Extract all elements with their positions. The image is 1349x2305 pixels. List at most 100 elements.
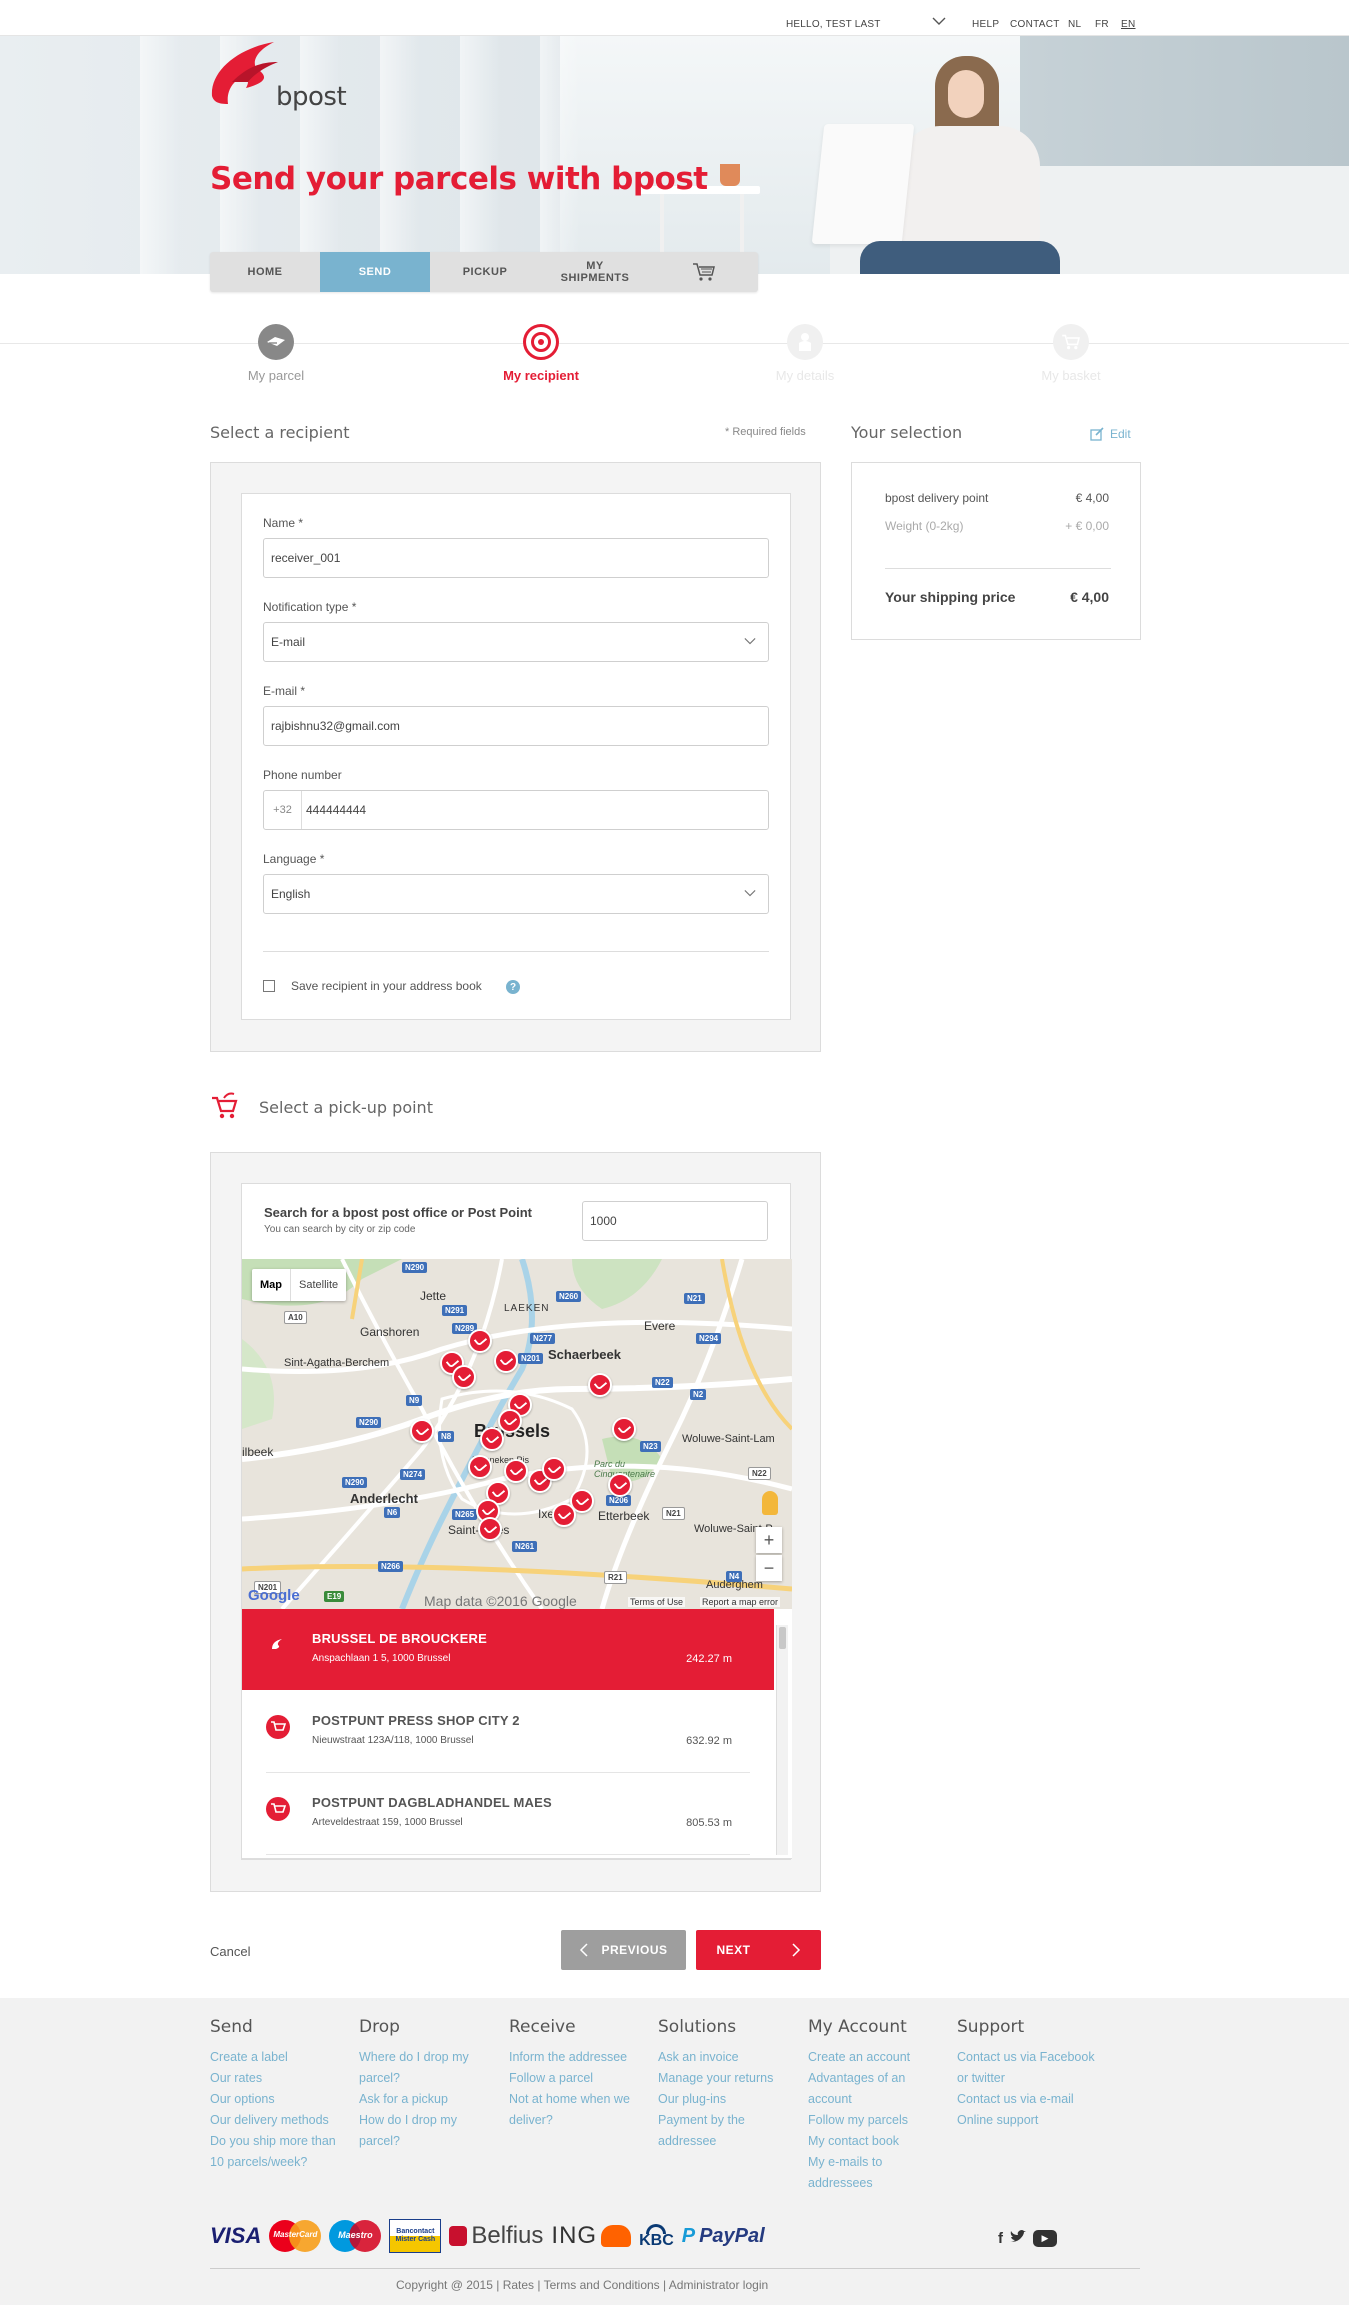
pickup-point-item[interactable]: POSTPUNT DAGBLADHANDEL MAES Arteveldestr… (242, 1773, 774, 1855)
footer-column-title: My Account (808, 2017, 907, 2037)
mastercard-logo: MasterCard (269, 2220, 322, 2252)
pickup-point-marker[interactable] (498, 1409, 522, 1433)
map-report-link[interactable]: Report a map error (700, 1597, 781, 1607)
pickup-point-marker[interactable] (552, 1503, 576, 1527)
map-terms-link[interactable]: Terms of Use (628, 1597, 686, 1607)
main-nav: HOME SEND PICKUP MY SHIPMENTS (210, 252, 758, 292)
notification-type-label: Notification type * (263, 600, 357, 614)
info-icon[interactable]: ? (506, 980, 520, 994)
pickup-point-marker[interactable] (612, 1417, 636, 1441)
footer-link[interactable]: Online support (957, 2110, 1097, 2131)
chevron-down-icon (744, 890, 756, 897)
cancel-link[interactable]: Cancel (210, 1944, 250, 1959)
name-input[interactable]: receiver_001 (263, 538, 769, 578)
nav-home[interactable]: HOME (210, 252, 320, 292)
email-label: E-mail * (263, 684, 306, 698)
previous-button[interactable]: PREVIOUS (561, 1930, 686, 1970)
lang-en-link[interactable]: EN (1121, 19, 1136, 30)
footer-link[interactable]: Manage your returns (658, 2068, 798, 2089)
nav-send[interactable]: SEND (320, 252, 430, 292)
pickup-point-marker[interactable] (504, 1459, 528, 1483)
lang-nl-link[interactable]: NL (1068, 19, 1081, 30)
footer-link[interactable]: Follow my parcels (808, 2110, 928, 2131)
footer-link[interactable]: Our delivery methods (210, 2110, 350, 2131)
pickup-point-item[interactable]: BRUSSEL DE BROUCKERE Anspachlaan 1 5, 10… (242, 1609, 774, 1691)
pickup-point-marker[interactable] (468, 1329, 492, 1353)
save-recipient-checkbox[interactable] (263, 980, 275, 992)
footer-column-title: Drop (359, 2017, 400, 2037)
facebook-icon[interactable]: f (998, 2230, 1003, 2248)
footer-link[interactable]: Follow a parcel (509, 2068, 649, 2089)
street-view-pegman[interactable] (762, 1491, 778, 1515)
footer-link[interactable]: Where do I drop my parcel? (359, 2047, 489, 2089)
pickup-point-item[interactable]: POSTPUNT PRESS SHOP CITY 2 Nieuwstraat 1… (242, 1691, 774, 1773)
zoom-in-button[interactable]: + (756, 1527, 782, 1553)
footer-link[interactable]: Create an account (808, 2047, 928, 2068)
pickup-point-marker[interactable] (410, 1419, 434, 1443)
google-logo[interactable]: Google (248, 1587, 300, 1604)
footer-link[interactable]: How do I drop my parcel? (359, 2110, 489, 2152)
selection-summary: bpost delivery point € 4,00 Weight (0-2k… (851, 462, 1141, 640)
edit-selection-link[interactable]: Edit (1090, 427, 1131, 441)
list-scrollbar[interactable] (776, 1625, 788, 1855)
phone-input[interactable]: +32 444444444 (263, 790, 769, 830)
parcel-icon (258, 324, 294, 360)
pickup-point-marker[interactable] (542, 1457, 566, 1481)
road-shield: N8 (438, 1431, 455, 1442)
footer-link[interactable]: Do you ship more than 10 parcels/week? (210, 2131, 350, 2173)
language-select[interactable]: English (263, 874, 769, 914)
pickup-point-marker[interactable] (478, 1517, 502, 1541)
twitter-icon[interactable] (1009, 2230, 1027, 2248)
footer-link[interactable]: Our options (210, 2089, 350, 2110)
name-value: receiver_001 (271, 551, 341, 565)
nav-pickup[interactable]: PICKUP (430, 252, 540, 292)
notification-type-select[interactable]: E-mail (263, 622, 769, 662)
user-greeting[interactable]: HELLO, TEST LAST (786, 19, 881, 30)
step-my-recipient[interactable]: My recipient (461, 324, 621, 383)
footer-link[interactable]: My e-mails to addressees (808, 2152, 928, 2194)
hero-person (900, 126, 1040, 246)
map-label: Ganshoren (360, 1325, 420, 1339)
chevron-right-icon (791, 1943, 800, 1957)
email-input[interactable]: rajbishnu32@gmail.com (263, 706, 769, 746)
pickup-point-name: POSTPUNT DAGBLADHANDEL MAES (312, 1795, 552, 1810)
contact-link[interactable]: CONTACT (1010, 19, 1060, 30)
footer-link[interactable]: Payment by the addressee (658, 2110, 798, 2152)
pickup-point-marker[interactable] (452, 1365, 476, 1389)
footer-link[interactable]: Our plug-ins (658, 2089, 798, 2110)
pickup-point-address: Arteveldestraat 159, 1000 Brussel (312, 1817, 463, 1828)
basket-icon[interactable] (650, 252, 758, 292)
footer-link[interactable]: Advantages of an account (808, 2068, 928, 2110)
map-label: Woluwe-Saint-Lam (682, 1433, 775, 1445)
pickup-map[interactable]: Map Satellite N290 N291 N260 N21 A10 N28… (242, 1259, 792, 1609)
pickup-point-marker[interactable] (480, 1427, 504, 1451)
satellite-tab[interactable]: Satellite (290, 1269, 346, 1301)
step-my-parcel[interactable]: My parcel (196, 324, 356, 383)
footer-link[interactable]: Contact us via e-mail (957, 2089, 1097, 2110)
pickup-point-marker[interactable] (468, 1455, 492, 1479)
footer-link[interactable]: Not at home when we deliver? (509, 2089, 649, 2131)
pickup-point-marker[interactable] (494, 1349, 518, 1373)
help-link[interactable]: HELP (972, 19, 999, 30)
zoom-out-button[interactable]: − (756, 1555, 782, 1581)
footer-link[interactable]: Ask for a pickup (359, 2089, 489, 2110)
visa-logo: VISA (210, 2223, 262, 2248)
footer-link[interactable]: Contact us via Facebook or twitter (957, 2047, 1097, 2089)
nav-my-shipments[interactable]: MY SHIPMENTS (540, 252, 650, 292)
pickup-point-marker[interactable] (588, 1373, 612, 1397)
footer-link[interactable]: Ask an invoice (658, 2047, 798, 2068)
map-tab[interactable]: Map (252, 1269, 290, 1301)
footer-link[interactable]: Create a label (210, 2047, 350, 2068)
road-shield: N22 (748, 1467, 771, 1480)
chevron-down-icon[interactable] (932, 15, 946, 29)
next-button[interactable]: NEXT (696, 1930, 821, 1970)
youtube-icon[interactable]: ▶ (1033, 2230, 1057, 2247)
footer-link[interactable]: My contact book (808, 2131, 928, 2152)
map-label: Evere (644, 1319, 676, 1333)
pickup-search-input[interactable]: 1000 (582, 1201, 768, 1241)
pickup-point-marker[interactable] (608, 1473, 632, 1497)
footer-link[interactable]: Inform the addressee (509, 2047, 649, 2068)
footer-link[interactable]: Our rates (210, 2068, 350, 2089)
lang-fr-link[interactable]: FR (1095, 19, 1109, 30)
road-shield: N294 (696, 1333, 722, 1344)
